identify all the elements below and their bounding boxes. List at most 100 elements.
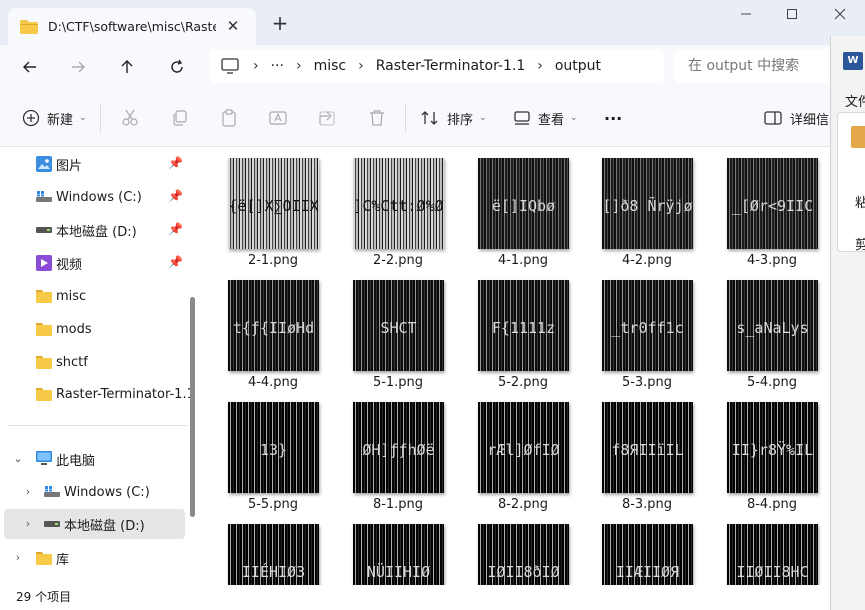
chevron-down-icon[interactable]: ⌄ [12,452,24,465]
sidebar-item-videos[interactable]: 视频 📌 [0,248,186,278]
close-tab-button[interactable]: ✕ [224,17,242,35]
sidebar-item-pc-drive-d[interactable]: › 本地磁盘 (D:) [4,509,185,539]
paste-icon[interactable] [220,109,238,127]
more-options-button[interactable]: ··· [604,104,622,132]
maximize-button[interactable] [780,5,804,27]
thumbnail-text: []ð8 Ñrÿjø [602,197,693,215]
chevron-right-icon[interactable]: › [358,58,364,74]
file-item[interactable]: ë[]IQbø 4-1.png [468,148,578,270]
cut-icon[interactable] [121,109,139,127]
sort-button[interactable]: 排序 ⌄ [421,104,487,132]
share-icon[interactable] [318,109,336,127]
thumbnail-text: ë[]IQbø [491,197,556,215]
sidebar-item-label: misc [56,288,87,304]
file-item[interactable]: SHCT 5-1.png [343,270,453,392]
chevron-right-icon[interactable]: › [537,58,543,74]
paste-label[interactable]: 粘 [855,192,865,211]
file-item[interactable]: NÜIIHIØ [343,514,453,585]
folder-icon [36,356,52,369]
chevron-right-icon[interactable]: › [22,517,34,530]
sidebar-item-shctf[interactable]: shctf [0,347,186,377]
tab-output[interactable]: D:\CTF\software\misc\Raster-T ✕ [8,8,256,45]
delete-icon[interactable] [368,109,386,127]
chevron-right-icon[interactable]: › [12,551,24,564]
sidebar-item-pc-windows-c[interactable]: › Windows (C:) [0,477,186,507]
pin-icon[interactable]: 📌 [168,189,183,205]
file-item[interactable]: 13} 5-5.png [218,392,328,514]
forward-button[interactable] [64,53,92,81]
sidebar-scrollbar[interactable] [190,297,195,517]
copy-icon[interactable] [171,109,189,127]
sidebar-item-misc[interactable]: misc [0,281,186,311]
details-pane-button[interactable]: 详细信 [764,104,829,132]
sidebar-item-raster[interactable]: Raster-Terminator-1.1 [0,379,195,409]
breadcrumb[interactable]: › ··· › misc › Raster-Terminator-1.1 › o… [209,49,664,83]
file-item[interactable]: ØH]ƒƒhØë 8-1.png [343,392,453,514]
breadcrumb-raster[interactable]: Raster-Terminator-1.1 [376,58,526,74]
file-item[interactable]: II}r8Ÿ%IL 8-4.png [717,392,827,514]
sidebar-item-library[interactable]: › 库 [0,543,186,573]
pin-icon[interactable]: 📌 [168,156,183,172]
thumbnail-text: IIÆIIØЯ [615,563,680,581]
breadcrumb-overflow[interactable]: ··· [271,58,284,74]
rename-icon[interactable] [269,109,287,127]
sidebar-item-this-pc[interactable]: ⌄ 此电脑 [0,444,186,474]
view-icon [514,111,530,125]
maximize-icon [787,9,797,19]
breadcrumb-misc[interactable]: misc [314,58,347,74]
file-menu[interactable]: 文件 [845,91,865,110]
close-window-button[interactable] [828,5,852,27]
chevron-right-icon[interactable]: › [296,58,302,74]
file-item[interactable]: _[Ør<9IIC 4-3.png [717,148,827,270]
pin-icon[interactable]: 📌 [168,255,183,271]
windows-drive-icon [44,486,60,497]
file-item[interactable]: []ð8 Ñrÿjø 4-2.png [592,148,702,270]
new-button[interactable]: 新建 ⌄ [22,104,87,132]
file-item[interactable]: f8ЯIIïIL 8-3.png [592,392,702,514]
up-button[interactable] [113,53,141,81]
cut-label[interactable]: 剪 [855,234,865,253]
view-button[interactable]: 查看 ⌄ [514,104,578,132]
file-name: 8-1.png [372,497,424,512]
refresh-button[interactable] [163,53,191,81]
minimize-button[interactable] [734,5,758,27]
minimize-icon [741,13,751,15]
file-item[interactable]: ]C%Ctt:Ø%Ø 2-2.png [343,148,453,270]
file-item[interactable]: IØII8ðIØ [468,514,578,585]
sidebar-item-drive-d[interactable]: 本地磁盘 (D:) 📌 [0,215,186,245]
file-thumbnail: {ë[]X∑OIIX [228,158,319,249]
file-name: 5-4.png [746,375,798,390]
sidebar-item-windows-c[interactable]: Windows (C:) 📌 [0,182,186,212]
file-thumbnail: IØII8ðIØ [478,524,569,585]
search-input[interactable]: 在 output 中搜索 [674,49,834,83]
pictures-icon [36,156,52,172]
file-item[interactable]: F{1111z 5-2.png [468,270,578,392]
file-item[interactable]: _tr0ff1c 5-3.png [592,270,702,392]
address-row: › ··· › misc › Raster-Terminator-1.1 › o… [0,45,865,89]
file-thumbnail: ë[]IQbø [478,158,569,249]
word-icon: W [843,52,863,70]
sidebar-item-mods[interactable]: mods [0,314,186,344]
chevron-right-icon[interactable]: › [253,58,259,74]
file-thumbnail: t{ƒ{IIøHd [228,280,319,371]
file-item[interactable]: {ë[]X∑OIIX 2-1.png [218,148,328,270]
file-item[interactable]: IIÉHIØ3 [218,514,328,585]
file-name: 4-4.png [247,375,299,390]
file-item[interactable]: IIÆIIØЯ [592,514,702,585]
file-item[interactable]: t{ƒ{IIøHd 4-4.png [218,270,328,392]
file-item[interactable]: IIØII8HC [717,514,827,585]
pin-icon[interactable]: 📌 [168,222,183,238]
background-word-window[interactable]: W 文件 粘 剪 [830,36,865,610]
sidebar-item-label: mods [56,321,92,337]
chevron-right-icon[interactable]: › [22,485,34,498]
thumbnail-text: IIØII8HC [736,563,809,581]
breadcrumb-output[interactable]: output [555,58,601,74]
back-button[interactable] [16,53,44,81]
new-tab-button[interactable]: + [269,13,291,35]
file-item[interactable]: s_aNaLys 5-4.png [717,270,827,392]
file-thumbnail: rÆl]ØfIØ [478,402,569,493]
monitor-icon[interactable] [221,58,239,74]
sidebar-item-label: 图片 [56,158,83,174]
file-item[interactable]: rÆl]ØfIØ 8-2.png [468,392,578,514]
sidebar-item-pictures[interactable]: 图片 📌 [0,149,186,179]
